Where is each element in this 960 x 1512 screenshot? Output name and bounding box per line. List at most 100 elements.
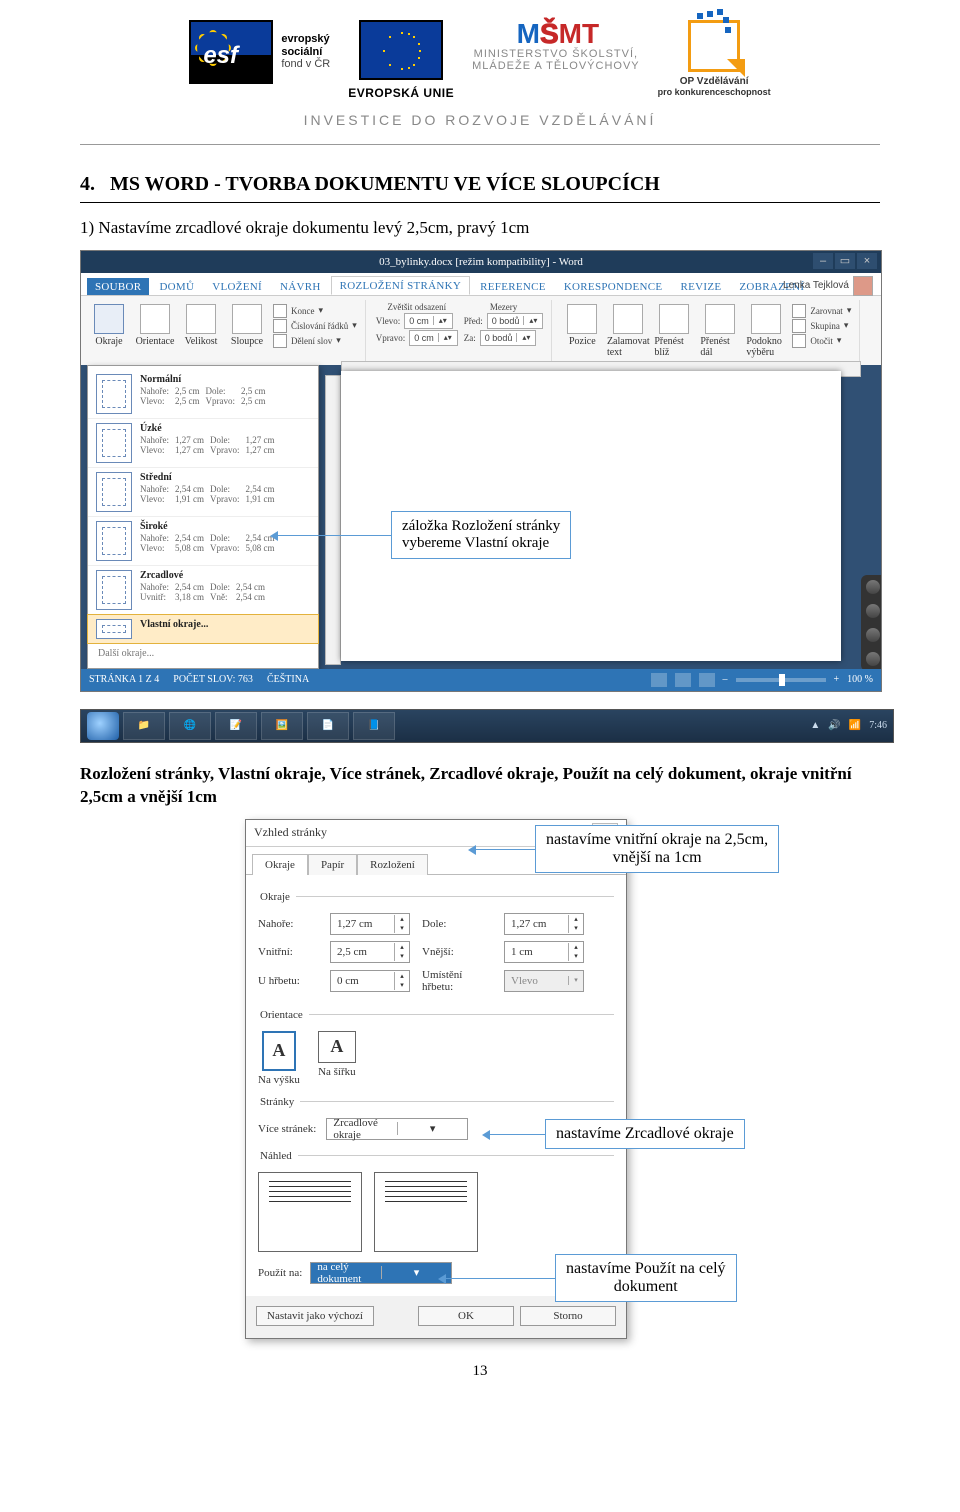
dlg-tab-okraje[interactable]: Okraje — [252, 854, 308, 875]
avatar — [853, 276, 873, 296]
preview-area — [258, 1172, 614, 1252]
position-button[interactable]: Pozice — [562, 300, 602, 370]
word-screenshot: 03_bylinky.docx [režim kompatibility] - … — [80, 250, 882, 692]
tray-icon[interactable]: ▲ — [810, 720, 820, 731]
rotate-button[interactable]: Otočit ▾ — [792, 334, 851, 348]
ribbon-tab-rozlozeni[interactable]: ROZLOŽENÍ STRÁNKY — [331, 276, 471, 295]
section-heading: 4. MS WORD - TVORBA DOKUMENTU VE VÍCE SL… — [80, 173, 880, 196]
callout-mirrored: nastavíme Zrcadlové okraje — [545, 1119, 745, 1149]
maximize-button[interactable]: ▭ — [835, 253, 855, 269]
ribbon-tab-navrh[interactable]: NÁVRH — [272, 278, 329, 295]
taskbar-item[interactable]: 📘 — [353, 712, 395, 740]
ribbon-tab-revize[interactable]: REVIZE — [672, 278, 729, 295]
line-numbers-button[interactable]: Číslování řádků ▾ — [273, 319, 357, 333]
size-button[interactable]: Velikost — [181, 300, 221, 370]
callout-inner-margins: nastavíme vnitřní okraje na 2,5cm, vnějš… — [535, 825, 779, 873]
status-lang: ČEŠTINA — [267, 674, 309, 685]
margins-option-wide[interactable]: Široké Nahoře:2,54 cm Dole:2,54 cm Vlevo… — [88, 517, 318, 566]
intro-text: 1) Nastavíme zrcadlové okraje dokumentu … — [80, 217, 880, 240]
breaks-button[interactable]: Konce ▾ — [273, 304, 357, 318]
msmt-logo: MŠMT MINISTERSTVO ŠKOLSTVÍ, MLÁDEŽE A TĚ… — [472, 20, 640, 72]
page-number: 13 — [80, 1363, 880, 1380]
margins-option-custom[interactable]: Vlastní okraje... — [87, 614, 319, 644]
ribbon-tab-reference[interactable]: REFERENCE — [472, 278, 554, 295]
overlay-toolbar[interactable] — [861, 575, 882, 671]
eu-flag-icon — [359, 20, 443, 80]
space-before-spin[interactable]: 0 bodů▴▾ — [487, 313, 544, 329]
top-margin-field[interactable]: 1,27 cm▴▾ — [330, 913, 410, 935]
status-bar: STRÁNKA 1 Z 4 POČET SLOV: 763 ČEŠTINA –+… — [81, 669, 881, 691]
dlg-tab-papir[interactable]: Papír — [308, 854, 357, 875]
ribbon-tab-vlozeni[interactable]: VLOŽENÍ — [204, 278, 270, 295]
indent-right-spin[interactable]: 0 cm▴▾ — [409, 330, 458, 346]
margins-option-normal[interactable]: Normální Nahoře:2,5 cm Dole:2,5 cm Vlevo… — [88, 370, 318, 419]
status-page: STRÁNKA 1 Z 4 — [89, 674, 159, 685]
align-button[interactable]: Zarovnat ▾ — [792, 304, 851, 318]
inner-margin-field[interactable]: 2,5 cm▴▾ — [330, 941, 410, 963]
gutter-pos-field: Vlevo▾ — [504, 970, 584, 992]
margins-option-moderate[interactable]: Střední Nahoře:2,54 cm Dole:2,54 cm Vlev… — [88, 468, 318, 517]
set-default-button[interactable]: Nastavit jako výchozí — [256, 1306, 374, 1326]
taskbar-item[interactable]: 📄 — [307, 712, 349, 740]
opvk-icon — [688, 20, 740, 72]
orientation-landscape[interactable]: ANa šířku — [318, 1031, 356, 1086]
gutter-field[interactable]: 0 cm▴▾ — [330, 970, 410, 992]
margins-option-mirrored[interactable]: Zrcadlové Nahoře:2,54 cm Dole:2,54 cm Uv… — [88, 566, 318, 615]
margins-option-more[interactable]: Další okraje... — [88, 643, 318, 664]
msmt-icon: MŠMT — [517, 20, 595, 48]
taskbar-item[interactable]: 🌐 — [169, 712, 211, 740]
ok-button[interactable]: OK — [418, 1306, 514, 1326]
start-button[interactable] — [87, 712, 119, 740]
view-read-button[interactable] — [651, 673, 667, 687]
zoom-slider[interactable] — [736, 678, 826, 682]
margins-button[interactable]: Okraje — [89, 300, 129, 370]
orientation-portrait[interactable]: ANa výšku — [258, 1031, 300, 1086]
view-web-button[interactable] — [699, 673, 715, 687]
mid-text: Rozložení stránky, Vlastní okraje, Více … — [80, 763, 880, 809]
ribbon-tab-soubor[interactable]: SOUBOR — [87, 278, 149, 295]
hyphenation-button[interactable]: Dělení slov ▾ — [273, 334, 357, 348]
vertical-ruler[interactable] — [325, 375, 341, 665]
zoom-value[interactable]: 100 % — [847, 674, 873, 685]
selection-pane-button[interactable]: Podokno výběru — [746, 300, 786, 370]
minimize-button[interactable]: – — [813, 253, 833, 269]
status-words: POČET SLOV: 763 — [173, 674, 253, 685]
ribbon-tab-domu[interactable]: DOMŮ — [151, 278, 202, 295]
bottom-margin-field[interactable]: 1,27 cm▴▾ — [504, 913, 584, 935]
multiple-pages-combo[interactable]: Zrcadlové okraje▾ — [326, 1118, 468, 1140]
space-after-spin[interactable]: 0 bodů▴▾ — [480, 330, 537, 346]
group-button[interactable]: Skupina ▾ — [792, 319, 851, 333]
taskbar-item[interactable]: 📁 — [123, 712, 165, 740]
wrap-text-button[interactable]: Zalamovat text — [608, 300, 648, 370]
section-rule — [80, 202, 880, 203]
tagline: INVESTICE DO ROZVOJE VZDĚLÁVÁNÍ — [80, 112, 880, 128]
user-label: Lenka Tejklová — [783, 276, 873, 296]
columns-button[interactable]: Sloupce — [227, 300, 267, 370]
dlg-tab-rozlozeni[interactable]: Rozložení — [357, 854, 428, 875]
close-button[interactable]: × — [857, 253, 877, 269]
indent-left-spin[interactable]: 0 cm▴▾ — [404, 313, 453, 329]
tray-icon[interactable]: 📶 — [849, 720, 861, 731]
header-logos: esf evropský sociální fond v ČR EVROPSKÁ… — [80, 0, 880, 106]
opvk-logo: OP Vzdělávání pro konkurenceschopnost — [658, 20, 771, 97]
esf-logo: esf evropský sociální fond v ČR — [189, 20, 330, 84]
taskbar-clock[interactable]: 7:46 — [869, 721, 887, 731]
windows-taskbar: 📁 🌐 📝 🖼️ 📄 📘 ▲ 🔊 📶 7:46 — [80, 709, 894, 743]
ribbon-tab-korespondence[interactable]: KORESPONDENCE — [556, 278, 671, 295]
margins-option-narrow[interactable]: Úzké Nahoře:1,27 cm Dole:1,27 cm Vlevo:1… — [88, 419, 318, 468]
esf-flag-icon: esf — [189, 20, 273, 84]
send-backward-button[interactable]: Přenést dál — [700, 300, 740, 370]
ribbon-tabs: SOUBOR DOMŮ VLOŽENÍ NÁVRH ROZLOŽENÍ STRÁ… — [81, 273, 881, 296]
callout-rozlozeni: záložka Rozložení stránky vybereme Vlast… — [391, 511, 571, 559]
orientation-button[interactable]: Orientace — [135, 300, 175, 370]
eu-logo: EVROPSKÁ UNIE — [348, 20, 454, 100]
apply-to-combo[interactable]: na celý dokument▾ — [310, 1262, 452, 1284]
taskbar-item[interactable]: 📝 — [215, 712, 257, 740]
spacing-group-label: Mezery — [464, 302, 544, 312]
bring-forward-button[interactable]: Přenést blíž — [654, 300, 694, 370]
cancel-button[interactable]: Storno — [520, 1306, 616, 1326]
view-print-button[interactable] — [675, 673, 691, 687]
taskbar-item[interactable]: 🖼️ — [261, 712, 303, 740]
outer-margin-field[interactable]: 1 cm▴▾ — [504, 941, 584, 963]
tray-icon[interactable]: 🔊 — [828, 720, 840, 731]
